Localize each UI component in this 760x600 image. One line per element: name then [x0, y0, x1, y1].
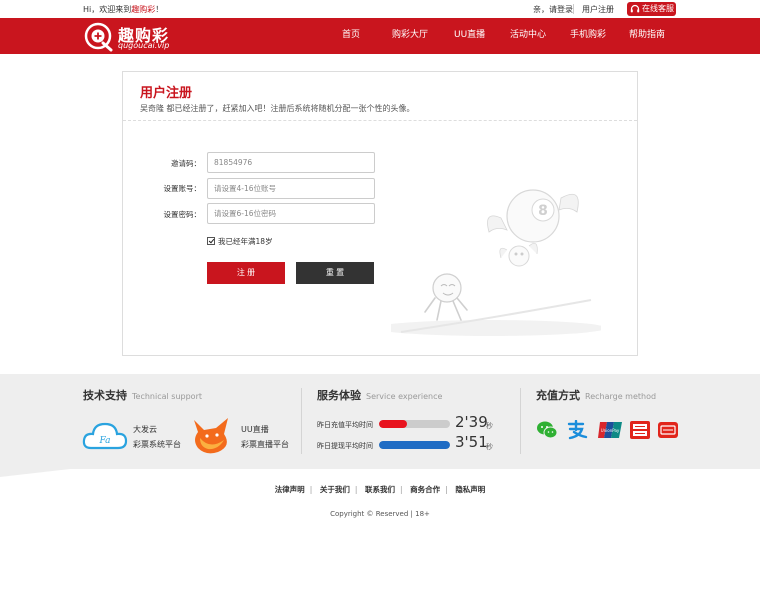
bank-card-icon[interactable] [657, 420, 679, 440]
support-title: 技术支持 Technical support [83, 389, 202, 402]
legal-notice-link[interactable]: 法律声明 [275, 485, 305, 494]
top-bar: Hi，欢迎来到趣购彩！ 亲，请登录 用户注册 在线客服 [0, 0, 760, 18]
main-header: 趣购彩 qugoucai.vip 首页 购彩大厅 UU直播 活动中心 手机购彩 … [0, 18, 760, 54]
divider [123, 120, 637, 121]
divider [573, 4, 574, 14]
account-input[interactable]: 请设置4-16位账号 [207, 178, 375, 199]
register-panel: 用户注册 吴奇隆 都已经注册了，赶紧加入吧！注册后系统将随机分配一张个性的头像。… [122, 71, 638, 356]
nav-uu-live[interactable]: UU直播 [454, 18, 485, 54]
nav-home[interactable]: 首页 [342, 18, 360, 54]
password-input[interactable]: 请设置6-16位密码 [207, 203, 375, 224]
account-label: 设置账号： [163, 184, 202, 193]
recharge-title: 充值方式 Recharge method [536, 389, 657, 402]
service-title: 服务体验 Service experience [317, 389, 443, 402]
wechat-pay-icon[interactable] [536, 420, 558, 440]
site-logo[interactable]: 趣购彩 qugoucai.vip [84, 22, 194, 52]
divider [520, 388, 521, 454]
winged-ball-icon: 8 [487, 189, 579, 243]
withdraw-time-bar [379, 441, 450, 449]
welcome-text: Hi，欢迎来到趣购彩！ [83, 5, 164, 14]
svg-text:Fa: Fa [99, 436, 111, 446]
register-title: 用户注册 [140, 86, 193, 101]
jd-pay-icon[interactable] [629, 420, 651, 440]
recharge-title-en: Recharge method [585, 392, 657, 401]
alipay-icon[interactable] [566, 420, 588, 440]
nav-lottery-hall[interactable]: 购彩大厅 [392, 18, 428, 54]
deposit-time-fill [379, 420, 408, 428]
small-ball-icon [499, 243, 538, 267]
provider2-name: UU直播 [241, 425, 269, 434]
privacy-link[interactable]: 隐私声明 [455, 485, 485, 494]
online-service-button[interactable]: 在线客服 [627, 2, 676, 16]
online-service-label: 在线客服 [642, 4, 674, 13]
age-checkbox[interactable] [207, 237, 215, 245]
support-title-en: Technical support [132, 392, 202, 401]
decor-wedge [0, 469, 70, 477]
nav-help-guide[interactable]: 帮助指南 [629, 18, 665, 54]
invite-code-label: 邀请码： [171, 159, 201, 168]
deposit-time-label: 昨日充值平均时间 [317, 421, 373, 429]
business-link[interactable]: 商务合作 [410, 485, 440, 494]
brand-link[interactable]: 趣购彩 [131, 5, 155, 14]
provider1-name: 大发云 [133, 425, 157, 434]
register-link[interactable]: 用户注册 [582, 4, 614, 15]
password-label: 设置密码： [163, 210, 202, 219]
billiard-ball-illustration: 8 [391, 189, 601, 336]
svg-text:UnionPay: UnionPay [601, 428, 620, 433]
divider [301, 388, 302, 454]
nav-activity-center[interactable]: 活动中心 [510, 18, 546, 54]
footer-links: 法律声明 | 关于我们 | 联系我们 | 商务合作 | 隐私声明 [274, 485, 486, 494]
withdraw-time-label: 昨日提现平均时间 [317, 442, 373, 450]
logo-mark-icon [84, 22, 113, 52]
unionpay-icon[interactable]: UnionPay [598, 420, 622, 440]
fox-logo-icon[interactable] [190, 416, 234, 456]
deposit-time-value: 2'39 [455, 413, 488, 431]
contact-us-link[interactable]: 联系我们 [365, 485, 395, 494]
withdraw-time-unit: 秒 [486, 443, 493, 451]
nav-mobile-lottery[interactable]: 手机购彩 [570, 18, 606, 54]
withdraw-time-value: 3'51 [455, 433, 488, 451]
login-link[interactable]: 亲，请登录 [533, 4, 573, 15]
register-button[interactable]: 注 册 [207, 262, 285, 284]
about-us-link[interactable]: 关于我们 [320, 485, 350, 494]
deposit-time-unit: 秒 [486, 422, 493, 430]
age-confirm-label: 我已经年满18岁 [218, 237, 273, 246]
copyright-text: Copyright © Reserved | 18+ [330, 510, 430, 518]
headset-icon [630, 4, 640, 13]
logo-url: qugoucai.vip [118, 41, 170, 50]
withdraw-time-fill [379, 441, 450, 449]
service-title-en: Service experience [366, 392, 443, 401]
register-subtitle: 吴奇隆 都已经注册了，赶紧加入吧！注册后系统将随机分配一张个性的头像。 [140, 104, 415, 113]
provider2-desc: 彩票直播平台 [241, 440, 289, 449]
ball-number-text: 8 [538, 203, 548, 219]
invite-code-field[interactable]: 81854976 [207, 152, 375, 173]
running-ball-character-icon [424, 273, 468, 321]
deposit-time-bar [379, 420, 450, 428]
provider1-desc: 彩票系统平台 [133, 440, 181, 449]
cloud-logo-icon[interactable]: Fa [82, 420, 128, 452]
reset-button[interactable]: 重 置 [296, 262, 374, 284]
